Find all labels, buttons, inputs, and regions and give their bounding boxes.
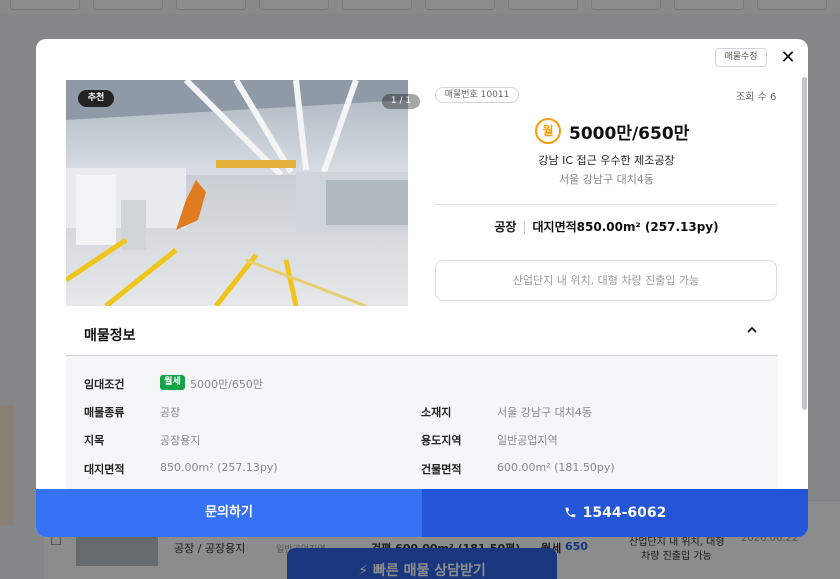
inquiry-button[interactable]: 문의하기: [36, 489, 422, 537]
land-category-value: 공장용지: [160, 434, 201, 447]
zoning-label: 용도지역: [421, 434, 462, 447]
scrollbar-thumb[interactable]: [802, 77, 807, 410]
section-title-property-info: 매물정보: [84, 328, 136, 344]
listing-title: 강남 IC 접근 우수한 제조공장: [538, 154, 675, 167]
location-value: 서울 강남구 대치4동: [497, 406, 592, 419]
land-area-value: 850.00m² (257.13py): [160, 461, 278, 474]
property-kind-value: 공장: [160, 406, 181, 419]
divider: [435, 204, 777, 205]
land-area-label: 대지면적: [84, 463, 125, 476]
spec-type: 공장: [494, 220, 517, 234]
property-kind-label: 매물종류: [84, 406, 125, 419]
close-icon[interactable]: ✕: [778, 48, 798, 68]
zoning-value: 일반공업지역: [497, 434, 558, 447]
view-count: 조회 수 6: [736, 92, 777, 103]
rent-terms-label: 임대조건: [84, 378, 125, 391]
spec-separator: |: [522, 220, 527, 234]
listing-photo[interactable]: [66, 80, 408, 306]
phone-number: 1544-6062: [582, 505, 667, 521]
rent-type-badge: 월세: [160, 375, 185, 390]
listing-price: 5000만/650만: [569, 124, 690, 144]
building-area-value: 600.00m² (181.50py): [497, 461, 615, 474]
listing-id-badge: 매물번호 10011: [435, 87, 519, 103]
land-category-label: 지목: [84, 434, 105, 447]
spec-land-area: 대지면적850.00m² (257.13py): [532, 220, 719, 234]
factory-photo-illustration: [66, 80, 408, 306]
photo-counter: 1 / 1: [382, 94, 420, 109]
listing-note: 산업단지 내 위치, 대형 차량 진출입 가능: [435, 260, 777, 301]
rent-terms-value: 5000만/650만: [190, 378, 263, 391]
call-button[interactable]: 1544-6062: [422, 489, 808, 537]
listing-detail-modal: 매물수정 ✕ 추천 1 / 1 매물번호 10011 조회 수 6 월 5000…: [36, 39, 808, 537]
location-label: 소재지: [421, 406, 452, 419]
phone-icon: [565, 507, 575, 518]
recommend-badge: 추천: [78, 90, 114, 107]
building-area-label: 건물면적: [421, 463, 462, 476]
edit-listing-button[interactable]: 매물수정: [715, 48, 767, 67]
monthly-rent-badge: 월: [535, 118, 561, 144]
listing-address: 서울 강남구 대치4동: [559, 173, 654, 186]
listing-specs: 공장 | 대지면적850.00m² (257.13py): [436, 218, 777, 235]
chevron-up-icon[interactable]: [746, 324, 758, 339]
